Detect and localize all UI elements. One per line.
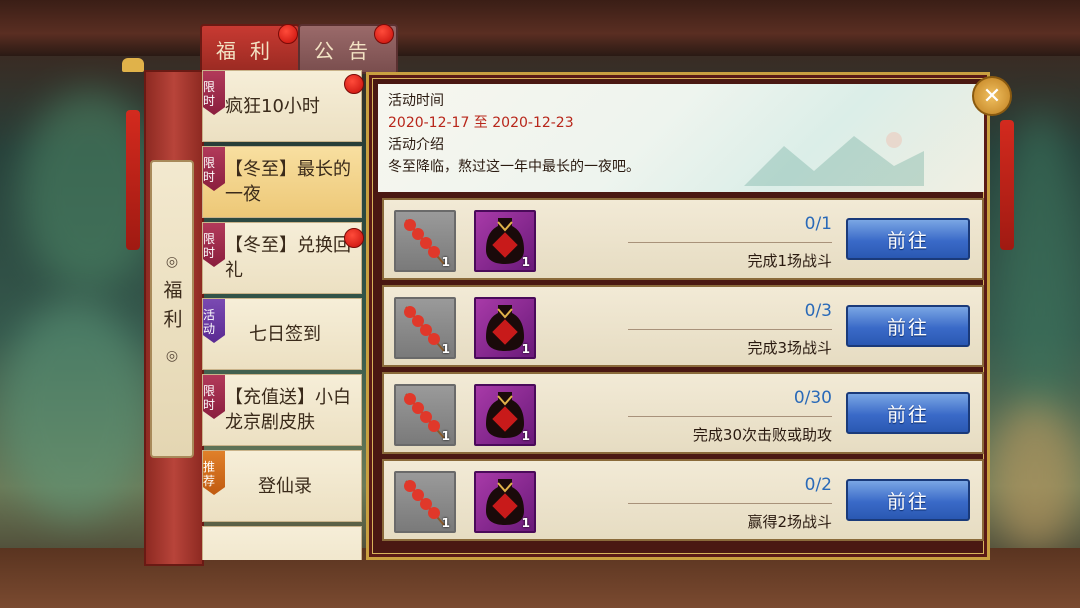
task-description: 完成3场战斗 [747,339,832,357]
divider [628,416,832,417]
candied-haws-icon[interactable]: 1 [394,297,456,359]
red-tassel-decoration [1000,120,1014,250]
divider [628,242,832,243]
wine-jar-icon[interactable]: 1 [474,384,536,446]
wine-jar-icon[interactable]: 1 [474,210,536,272]
divider [628,329,832,330]
reward-count: 1 [521,255,530,269]
task-description: 完成30次击败或助攻 [692,426,832,444]
reward-count: 1 [441,429,450,443]
bg-foliage [0,300,150,520]
event-item-label: 【冬至】最长的一夜 [225,159,351,205]
notification-dot [344,228,364,248]
task-progress: 0/1 [804,214,832,234]
swirl-icon: ◎ [165,254,179,270]
notification-dot [374,24,394,44]
event-time-label: 活动时间 [388,93,444,109]
category-label: 福利 [160,280,183,338]
event-item-longest-night[interactable]: 限时 【冬至】最长的一夜 [202,146,362,218]
badge-limited: 限时 [203,223,225,267]
event-item-seven-day-checkin[interactable]: 活动 七日签到 [202,298,362,370]
mountain-decoration-icon [744,132,924,186]
event-item-immortal-record[interactable]: 推荐 登仙录 [202,450,362,522]
badge-limited: 限时 [203,375,225,419]
task-row: 1 1 0/30 完成30次击败或助攻 前往 [382,372,984,454]
candied-haws-icon[interactable]: 1 [394,384,456,446]
event-item-recharge-skin[interactable]: 限时 【充值送】小白龙京剧皮肤 [202,374,362,446]
candied-haws-icon[interactable]: 1 [394,471,456,533]
event-item-label: 【充值送】小白龙京剧皮肤 [225,387,351,433]
notification-dot [278,24,298,44]
badge-recommend: 推荐 [203,451,225,495]
red-tassel-decoration [126,110,140,250]
reward-count: 1 [441,255,450,269]
event-item-label: 【冬至】兑换回礼 [225,235,351,281]
event-list[interactable]: 限时 疯狂10小时 限时 【冬至】最长的一夜 限时 【冬至】兑换回礼 活动 七日… [202,70,364,560]
task-description: 赢得2场战斗 [747,513,832,531]
go-button[interactable]: 前往 [846,479,970,521]
wine-jar-icon[interactable]: 1 [474,471,536,533]
task-row: 1 1 0/2 赢得2场战斗 前往 [382,459,984,541]
go-button[interactable]: 前往 [846,392,970,434]
task-progress: 0/2 [804,475,832,495]
go-button[interactable]: 前往 [846,305,970,347]
reward-count: 1 [441,516,450,530]
category-scroll-welfare: ◎ 福利 ◎ [150,160,194,458]
task-progress: 0/30 [793,388,832,408]
task-row: 1 1 0/1 完成1场战斗 前往 [382,198,984,280]
go-button[interactable]: 前往 [846,218,970,260]
wine-jar-icon[interactable]: 1 [474,297,536,359]
event-item-label: 疯狂10小时 [225,95,320,117]
badge-limited: 限时 [203,147,225,191]
divider [628,503,832,504]
reward-count: 1 [441,342,450,356]
notification-dot [344,74,364,94]
candied-haws-icon[interactable]: 1 [394,210,456,272]
task-progress: 0/3 [804,301,832,321]
close-icon: ✕ [982,83,1002,109]
gold-ornament-icon [122,58,144,72]
event-item-label: 登仙录 [258,475,312,497]
event-info-box: 活动时间 2020-12-17 至 2020-12-23 活动介绍 冬至降临，熬… [378,84,984,192]
roof-beam [0,0,1080,56]
badge-limited: 限时 [203,71,225,115]
badge-activity: 活动 [203,299,225,343]
task-description: 完成1场战斗 [747,252,832,270]
event-item-crazy-10-hours[interactable]: 限时 疯狂10小时 [202,70,362,142]
swirl-icon: ◎ [165,348,179,364]
event-item-label: 七日签到 [249,323,321,345]
reward-count: 1 [521,342,530,356]
bg-lantern-glow [990,400,1080,550]
reward-count: 1 [521,516,530,530]
event-item-partial[interactable] [202,526,362,560]
task-row: 1 1 0/3 完成3场战斗 前往 [382,285,984,367]
reward-count: 1 [521,429,530,443]
event-item-exchange-gift[interactable]: 限时 【冬至】兑换回礼 [202,222,362,294]
close-button[interactable]: ✕ [972,76,1012,116]
